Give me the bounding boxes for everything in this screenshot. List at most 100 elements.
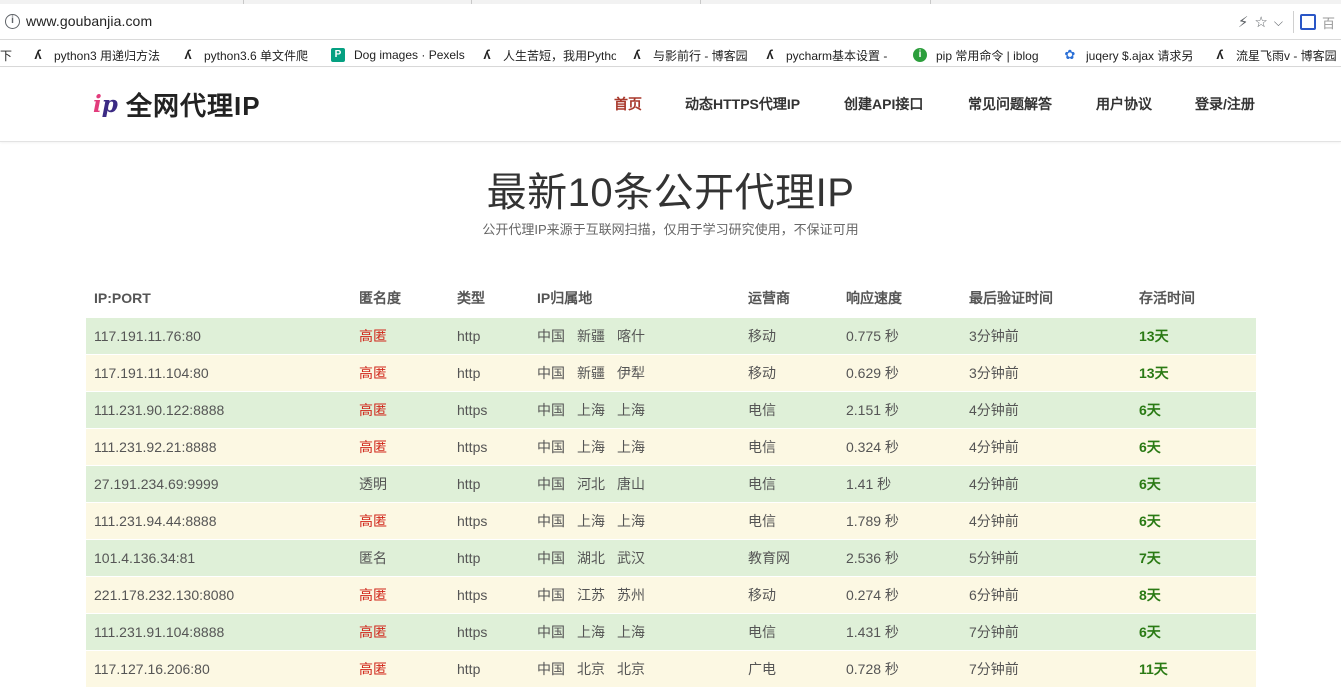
table-row: 117.191.11.76:80 高匿 http 中国 新疆 喀什 移动 0.775 秒 3分钟… xyxy=(86,317,1256,354)
isp-cell: 广电 xyxy=(748,661,776,677)
type-cell: https xyxy=(457,402,488,418)
bookmark-item[interactable]: ʎ python3.6 单文件爬 xyxy=(181,46,319,64)
location-cell: 中国 新疆 伊犁 xyxy=(537,355,657,392)
last-checked-cell: 3分钟前 xyxy=(969,328,1019,344)
column-header: 类型 xyxy=(457,290,485,306)
last-checked-cell: 4分钟前 xyxy=(969,439,1019,455)
speed-cell: 0.274 秒 xyxy=(846,587,899,603)
last-checked-cell: 3分钟前 xyxy=(969,365,1019,381)
location-part: 中国 xyxy=(537,328,565,344)
table-row: 111.231.92.21:8888 高匿 https 中国 上海 上海 电信 0.324 秒… xyxy=(86,428,1256,465)
nav-home[interactable]: 首页 xyxy=(614,94,642,114)
table-row: 117.127.16.206:80 高匿 http 中国 北京 北京 广电 0.728 秒 7分… xyxy=(86,650,1256,687)
last-checked-cell: 4分钟前 xyxy=(969,476,1019,492)
table-row: 221.178.232.130:8080 高匿 https 中国 江苏 苏州 移动 0.274… xyxy=(86,576,1256,613)
location-part: 上海 xyxy=(617,624,645,640)
location-part: 上海 xyxy=(577,402,605,418)
location-part: 中国 xyxy=(537,476,565,492)
bookmarks-bar: 下 ʎ python3 用递归方法 ʎ python3.6 单文件爬 P Dog… xyxy=(0,41,1341,67)
info-icon[interactable]: i xyxy=(5,14,20,29)
bookmark-item[interactable]: ʎ 与影前行 - 博客园 xyxy=(630,46,768,64)
isp-cell: 电信 xyxy=(748,439,776,455)
speed-cell: 0.775 秒 xyxy=(846,328,899,344)
location-part: 河北 xyxy=(577,476,605,492)
type-cell: http xyxy=(457,328,481,344)
location-part: 上海 xyxy=(577,513,605,529)
location-part: 中国 xyxy=(537,513,565,529)
location-part: 上海 xyxy=(617,513,645,529)
bookmark-item[interactable]: ʎ python3 用递归方法 xyxy=(31,46,167,64)
location-part: 伊犁 xyxy=(617,365,645,381)
column-header: 匿名度 xyxy=(359,290,401,306)
isp-cell: 教育网 xyxy=(748,550,790,566)
extension-icon[interactable] xyxy=(1299,14,1316,30)
toolbar-divider xyxy=(1292,11,1294,33)
location-part: 中国 xyxy=(537,550,565,566)
csdn-icon: ʎ xyxy=(34,47,42,62)
nav-create-api[interactable]: 创建API接口 xyxy=(844,94,923,114)
bookmark-item[interactable]: ʎ 人生苦短，我用Pytho xyxy=(480,46,616,64)
location-cell: 中国 北京 北京 xyxy=(537,651,657,688)
bookmark-item[interactable]: ʎ 流星飞雨v - 博客园 xyxy=(1213,46,1341,64)
star-icon[interactable]: ☆ xyxy=(1254,13,1267,31)
location-cell: 中国 上海 上海 xyxy=(537,429,657,466)
address-bar[interactable]: i www.goubanjia.com ⚡ ☆ ⌵ 百 xyxy=(0,4,1341,40)
type-cell: http xyxy=(457,550,481,566)
location-part: 中国 xyxy=(537,587,565,603)
nav-user-agreement[interactable]: 用户协议 xyxy=(1096,94,1152,114)
baidu-paw-icon: ✿ xyxy=(1064,47,1076,62)
lightning-icon[interactable]: ⚡ xyxy=(1238,13,1249,31)
bookmark-label: Dog images · Pexels xyxy=(354,48,465,62)
location-part: 中国 xyxy=(537,439,565,455)
speed-cell: 0.324 秒 xyxy=(846,439,899,455)
nav-dynamic-https[interactable]: 动态HTTPS代理IP xyxy=(685,94,800,114)
column-header: 运营商 xyxy=(748,290,790,306)
anonymity-cell: 高匿 xyxy=(359,513,387,529)
column-header: IP:PORT xyxy=(94,290,151,306)
isp-cell: 移动 xyxy=(748,328,776,344)
isp-cell: 电信 xyxy=(748,513,776,529)
location-part: 中国 xyxy=(537,402,565,418)
anonymity-cell: 高匿 xyxy=(359,624,387,640)
location-part: 上海 xyxy=(577,624,605,640)
ip-cell: 27.191.234.69:9999 xyxy=(94,476,219,492)
site-logo-text[interactable]: 全网代理IP xyxy=(126,86,261,123)
bookmark-label: 与影前行 - 博客园 xyxy=(653,48,748,63)
bookmark-label: python3.6 单文件爬 xyxy=(204,48,309,63)
isp-cell: 电信 xyxy=(748,476,776,492)
ip-cell: 117.127.16.206:80 xyxy=(94,661,210,677)
bookmark-item[interactable]: ✿ juqery $.ajax 请求另 xyxy=(1063,46,1201,64)
location-part: 新疆 xyxy=(577,328,605,344)
type-cell: http xyxy=(457,661,481,677)
type-cell: https xyxy=(457,513,488,529)
bookmark-item[interactable]: 下 xyxy=(0,46,12,64)
nav-login-register[interactable]: 登录/注册 xyxy=(1195,94,1255,114)
isp-cell: 移动 xyxy=(748,365,776,381)
bookmark-label: pip 常用命令 | iblog xyxy=(936,48,1039,63)
location-cell: 中国 上海 上海 xyxy=(537,614,657,651)
ip-cell: 111.231.90.122:8888 xyxy=(94,402,225,418)
nav-faq[interactable]: 常见问题解答 xyxy=(968,94,1052,114)
column-header: 响应速度 xyxy=(846,290,902,306)
alive-time-cell: 7天 xyxy=(1139,550,1161,566)
type-cell: https xyxy=(457,587,488,603)
anonymity-cell: 匿名 xyxy=(359,550,387,566)
chevron-down-icon[interactable]: ⌵ xyxy=(1274,15,1283,30)
url-text[interactable]: www.goubanjia.com xyxy=(26,13,152,29)
speed-cell: 1.789 秒 xyxy=(846,513,899,529)
logo-icon[interactable]: ip xyxy=(93,92,118,118)
bookmark-item[interactable]: ʎ pycharm基本设置 - xyxy=(763,46,901,64)
last-checked-cell: 6分钟前 xyxy=(969,587,1019,603)
bookmark-item[interactable]: i pip 常用命令 | iblog xyxy=(913,46,1051,64)
address-bar-actions: ⚡ ☆ ⌵ 百 xyxy=(1238,10,1341,34)
location-part: 上海 xyxy=(617,439,645,455)
location-part: 唐山 xyxy=(617,476,645,492)
alive-time-cell: 6天 xyxy=(1139,476,1161,492)
table-row: 111.231.94.44:8888 高匿 https 中国 上海 上海 电信 1.789 秒… xyxy=(86,502,1256,539)
anonymity-cell: 高匿 xyxy=(359,439,387,455)
site-icon: i xyxy=(913,48,927,62)
location-part: 喀什 xyxy=(617,328,645,344)
bookmark-item[interactable]: P Dog images · Pexels xyxy=(331,46,469,64)
anonymity-cell: 高匿 xyxy=(359,402,387,418)
extension-label[interactable]: 百 xyxy=(1322,13,1335,32)
